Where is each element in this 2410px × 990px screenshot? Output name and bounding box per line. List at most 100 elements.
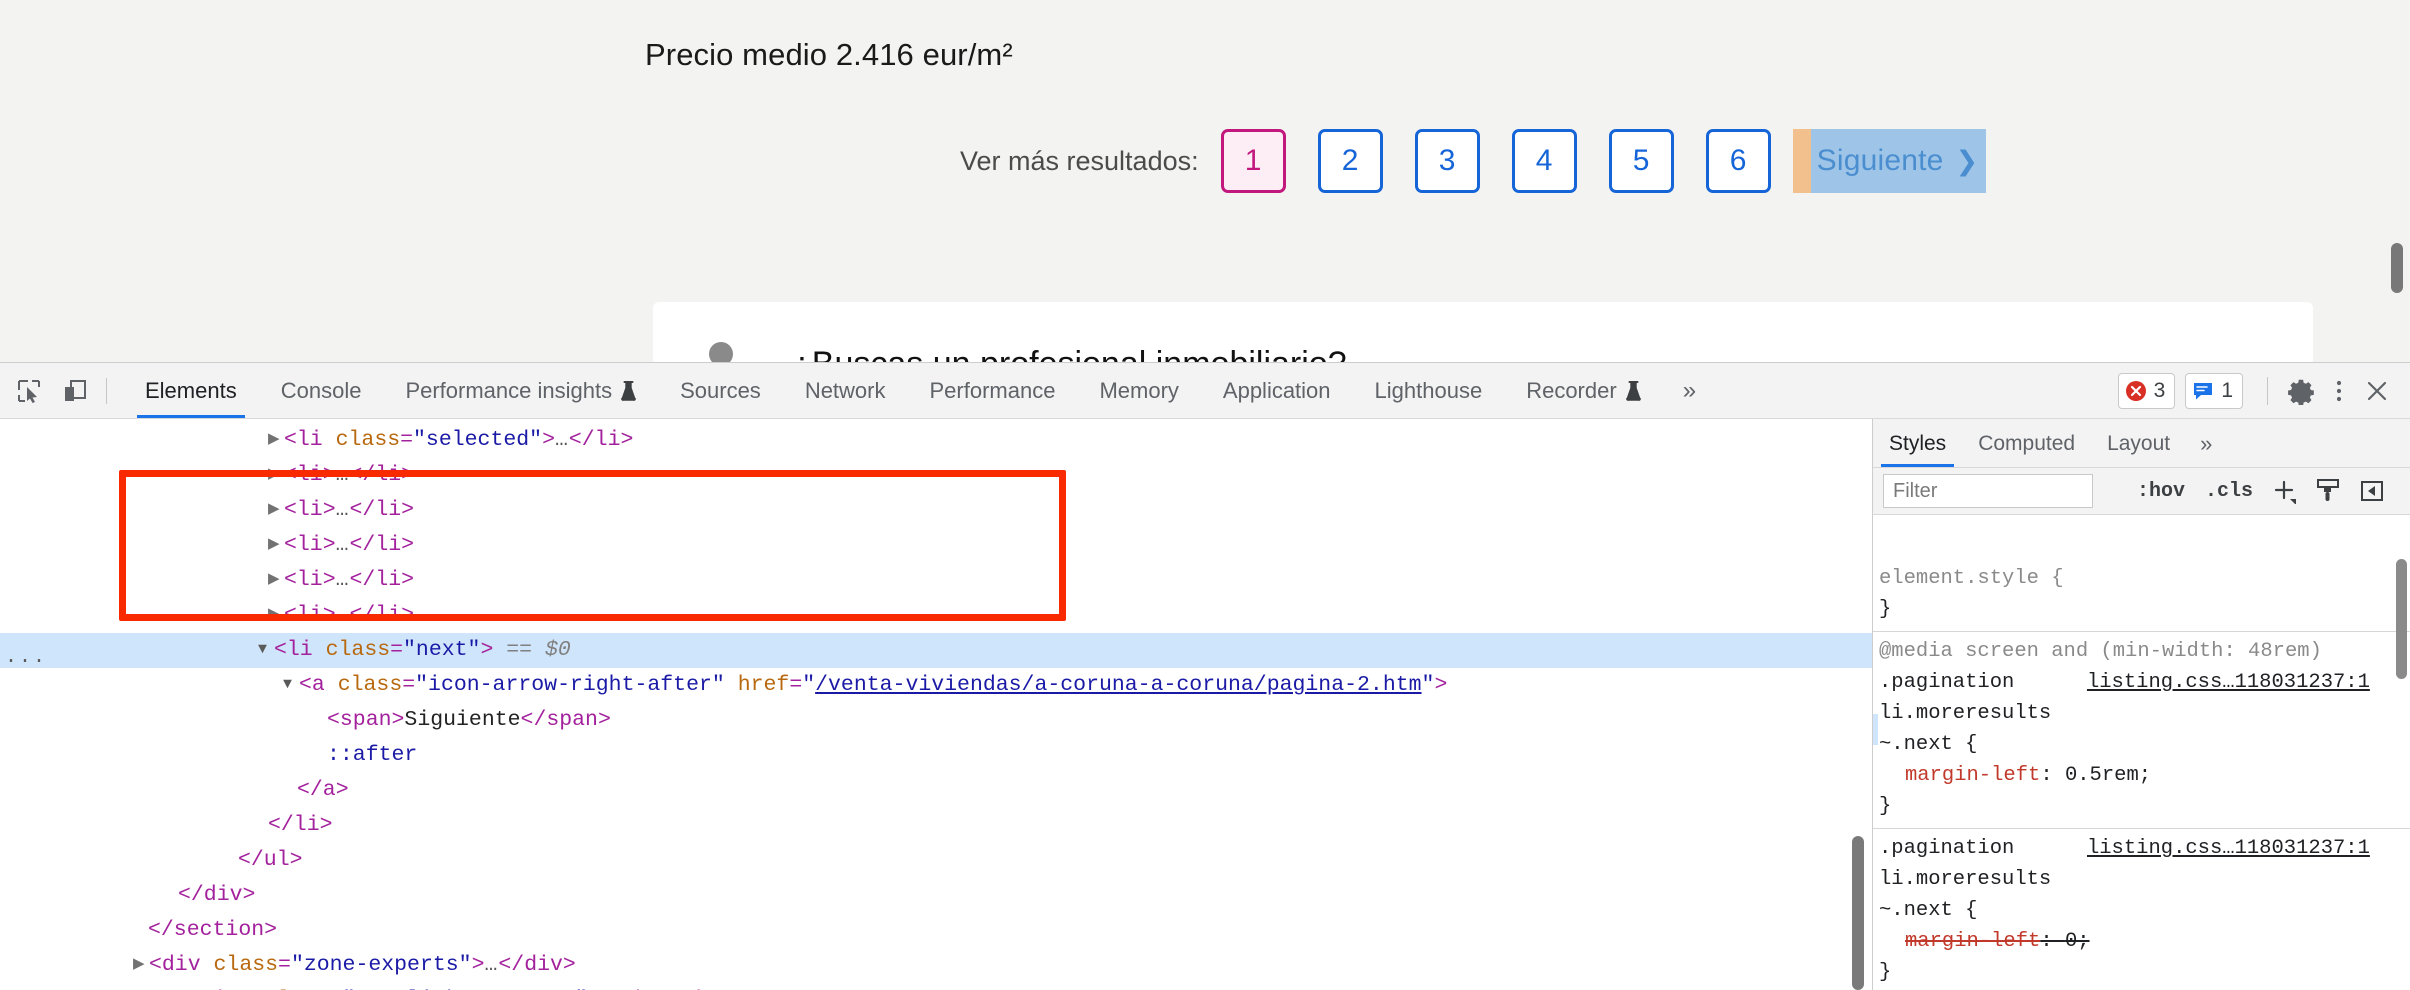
tab-sources[interactable]: Sources — [658, 363, 783, 418]
pagination-page-6[interactable]: 6 — [1705, 129, 1771, 193]
error-count-badge[interactable]: 3 — [2117, 372, 2176, 409]
dom-tree-scrollbar-thumb[interactable] — [1852, 836, 1864, 990]
dom-row[interactable]: ▶ <li>…</li> — [0, 528, 1872, 563]
tab-recorder-label: Recorder — [1526, 377, 1617, 403]
pagination-page-3[interactable]: 3 — [1414, 129, 1480, 193]
error-count: 3 — [2153, 378, 2166, 402]
style-rule-origin[interactable]: listing.css…118031237:1 — [2087, 671, 2370, 694]
dom-row[interactable]: ▶ <li>…</li> — [0, 563, 1872, 598]
plus-icon[interactable] — [2271, 478, 2297, 504]
style-rule-origin[interactable]: listing.css…118031237:1 — [2087, 837, 2370, 860]
dom-row[interactable]: ▶ <li class="selected">…</li> — [0, 423, 1872, 458]
gear-icon[interactable] — [2282, 372, 2320, 410]
next-href-link[interactable]: /venta-viviendas/a-coruna-a-coruna/pagin… — [815, 673, 1421, 697]
style-rule-selector-line-3: ~.next { — [1879, 899, 1978, 922]
tab-layout[interactable]: Layout — [2091, 420, 2186, 467]
dom-tree-rows: ▶ <li class="selected">…</li> ▶ <li>…</li>… — [0, 423, 1872, 990]
style-rule-selector-line-1: .pagination listing.css…118031237:1 — [1879, 667, 2410, 698]
pagination-page-5[interactable]: 5 — [1608, 129, 1674, 193]
average-price-heading: Precio medio 2.416 eur/m² — [645, 37, 1013, 72]
devtools-panel: Elements Console Performance insights So… — [0, 362, 2410, 990]
style-rule-media: @media screen and (min-width: 48rem) — [1879, 640, 2322, 663]
dom-row[interactable]: ▶ <div class="zone-experts">…</div> — [0, 948, 1872, 983]
dom-row[interactable]: </ul> — [0, 843, 1872, 878]
pagination-page-2[interactable]: 2 — [1317, 129, 1383, 193]
dom-tree-scrollbar[interactable] — [1850, 419, 1866, 990]
tab-recorder[interactable]: Recorder — [1504, 363, 1662, 418]
style-declaration[interactable]: margin-left: 0.5rem; — [1879, 760, 2410, 791]
styles-scrollbar[interactable] — [2395, 559, 2409, 990]
styles-tab-overflow[interactable]: » — [2186, 420, 2226, 467]
style-rule-pagination-moreresults-next-overridden[interactable]: .pagination listing.css…118031237:1 li.m… — [1873, 829, 2410, 990]
tab-console[interactable]: Console — [259, 363, 384, 418]
styles-rules-list[interactable]: element.style { } @media screen and (min… — [1873, 559, 2410, 990]
tab-performance-insights[interactable]: Performance insights — [383, 363, 658, 418]
tab-performance-insights-label: Performance insights — [405, 377, 613, 403]
professional-promo-card[interactable]: ¿Buscas un profesional inmobiliario? — [653, 302, 2313, 362]
pagination-page-4[interactable]: 4 — [1511, 129, 1577, 193]
dom-row[interactable]: ▶ <li>…</li> — [0, 493, 1872, 528]
page-scrollbar-thumb[interactable] — [2391, 243, 2403, 293]
tab-styles[interactable]: Styles — [1873, 420, 1962, 467]
close-icon[interactable] — [2358, 372, 2396, 410]
tab-elements-label: Elements — [145, 377, 237, 403]
hov-toggle-button[interactable]: :hov — [2137, 480, 2185, 503]
cls-toggle-button[interactable]: .cls — [2205, 480, 2253, 503]
error-icon — [2125, 380, 2146, 401]
toolbar-overflow-button[interactable]: » — [1663, 377, 1716, 405]
style-property-value[interactable]: 0.5rem; — [2065, 764, 2151, 787]
dom-row-selected[interactable]: ··· ▼ <li class="next"> == $0 — [0, 633, 1872, 673]
dom-row[interactable]: ::after — [0, 738, 1872, 773]
style-declaration-overridden[interactable]: margin-left: 0; — [1879, 926, 2410, 957]
tab-network[interactable]: Network — [783, 363, 908, 418]
style-property-name[interactable]: margin-left — [1879, 930, 2040, 953]
message-count-badge[interactable]: 1 — [2185, 372, 2243, 409]
pagination-next-link[interactable]: Siguiente ❯ — [1810, 129, 1987, 193]
tab-computed[interactable]: Computed — [1962, 420, 2091, 467]
style-paint-icon[interactable] — [2315, 478, 2341, 504]
dom-row[interactable]: ▼ <a class="icon-arrow-right-after" href=… — [0, 668, 1872, 703]
dom-row[interactable]: </div> — [0, 878, 1872, 913]
beaker-icon — [621, 380, 636, 401]
tab-lighthouse[interactable]: Lighthouse — [1353, 363, 1505, 418]
page-scrollbar[interactable] — [2390, 0, 2404, 362]
tab-network-label: Network — [804, 377, 886, 403]
message-icon — [2194, 382, 2213, 399]
styles-scrollbar-thumb[interactable] — [2396, 559, 2407, 679]
dom-row[interactable]: ▶<section class="geo-links-wrapper">…</s… — [0, 983, 1872, 990]
browser-page-viewport: Precio medio 2.416 eur/m² Ver más result… — [0, 0, 2410, 362]
style-rule-element-style[interactable]: element.style { } — [1873, 559, 2410, 632]
tab-memory[interactable]: Memory — [1077, 363, 1200, 418]
pagination: Ver más resultados: 1 2 3 4 5 6 Siguient… — [960, 128, 1987, 194]
dom-row[interactable]: ▶ <li>…</li> — [0, 598, 1872, 633]
device-toolbar-icon[interactable] — [58, 374, 92, 408]
devtools-margin-highlight — [1792, 129, 1811, 193]
tab-performance[interactable]: Performance — [908, 363, 1078, 418]
style-rule-close: } — [1879, 961, 1892, 984]
dom-row[interactable]: ▶ <li>…</li> — [0, 458, 1872, 493]
dom-row[interactable]: </section> — [0, 913, 1872, 948]
devtools-tab-list: Elements Console Performance insights So… — [123, 363, 1716, 418]
style-property-name[interactable]: margin-left — [1879, 764, 2040, 787]
style-property-value[interactable]: 0; — [2065, 930, 2090, 953]
dom-tree-panel[interactable]: ▶ <li class="selected">…</li> ▶ <li>…</li>… — [0, 419, 1872, 990]
chevron-right-icon: ❯ — [1955, 145, 1979, 176]
tab-application[interactable]: Application — [1201, 363, 1353, 418]
tab-application-label: Application — [1222, 377, 1331, 403]
style-rule-close: } — [1879, 795, 1892, 818]
message-count: 1 — [2221, 378, 2233, 402]
pagination-label: Ver más resultados: — [960, 145, 1199, 176]
panel-toggle-icon[interactable] — [2359, 478, 2385, 504]
devtools-toolbar-right: 3 1 — [2117, 363, 2396, 418]
more-options-icon[interactable] — [2320, 372, 2358, 410]
dom-row[interactable]: <span>Siguiente</span> — [0, 703, 1872, 738]
dom-row[interactable]: </a> — [0, 773, 1872, 808]
style-rule-selector-line-2: li.moreresults — [1879, 868, 2052, 891]
dom-row[interactable]: </li> — [0, 808, 1872, 843]
inspect-element-icon[interactable] — [12, 374, 46, 408]
tab-elements[interactable]: Elements — [123, 363, 259, 418]
styles-filter-input[interactable]: Filter — [1883, 474, 2093, 508]
style-rule-pagination-moreresults-next-media[interactable]: @media screen and (min-width: 48rem) .pa… — [1873, 632, 2410, 829]
pseudo-element-after: ::after — [327, 743, 418, 767]
pagination-page-1[interactable]: 1 — [1220, 129, 1286, 193]
